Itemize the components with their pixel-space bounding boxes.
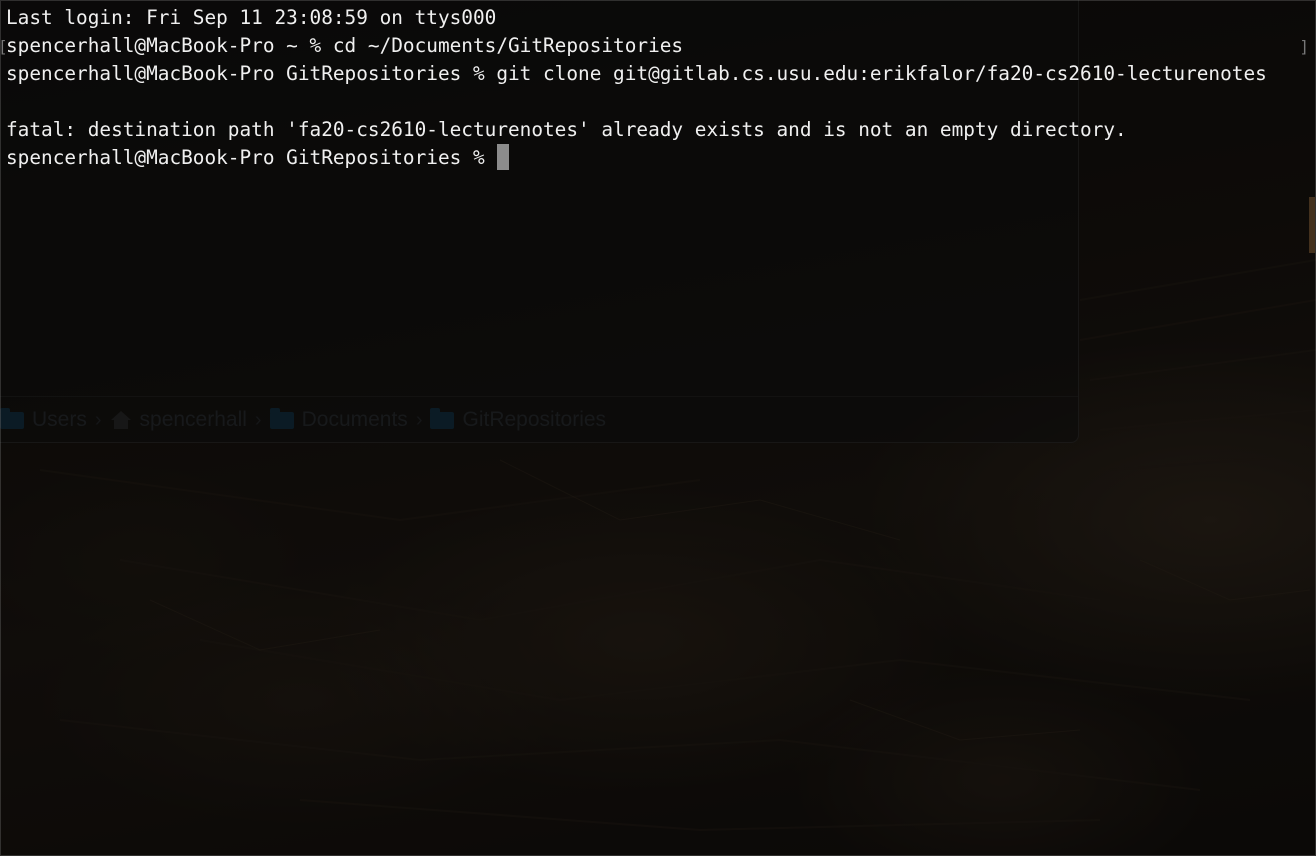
terminal-prompt-line[interactable]: spencerhall@MacBook-Pro GitRepositories … [6,144,1306,172]
terminal-output[interactable]: Last login: Fri Sep 11 23:08:59 on ttys0… [6,4,1306,172]
terminal-prompt: spencerhall@MacBook-Pro GitRepositories … [6,146,497,169]
scroll-marker [1309,197,1315,253]
terminal-line: Last login: Fri Sep 11 23:08:59 on ttys0… [6,6,497,29]
terminal-line: fatal: destination path 'fa20-cs2610-lec… [6,118,1127,141]
terminal-line: spencerhall@MacBook-Pro ~ % cd ~/Documen… [6,34,684,57]
terminal-cursor [497,144,510,170]
terminal-line: spencerhall@MacBook-Pro GitRepositories … [6,62,1267,85]
terminal-window[interactable]: [ ] Last login: Fri Sep 11 23:08:59 on t… [0,0,1316,856]
